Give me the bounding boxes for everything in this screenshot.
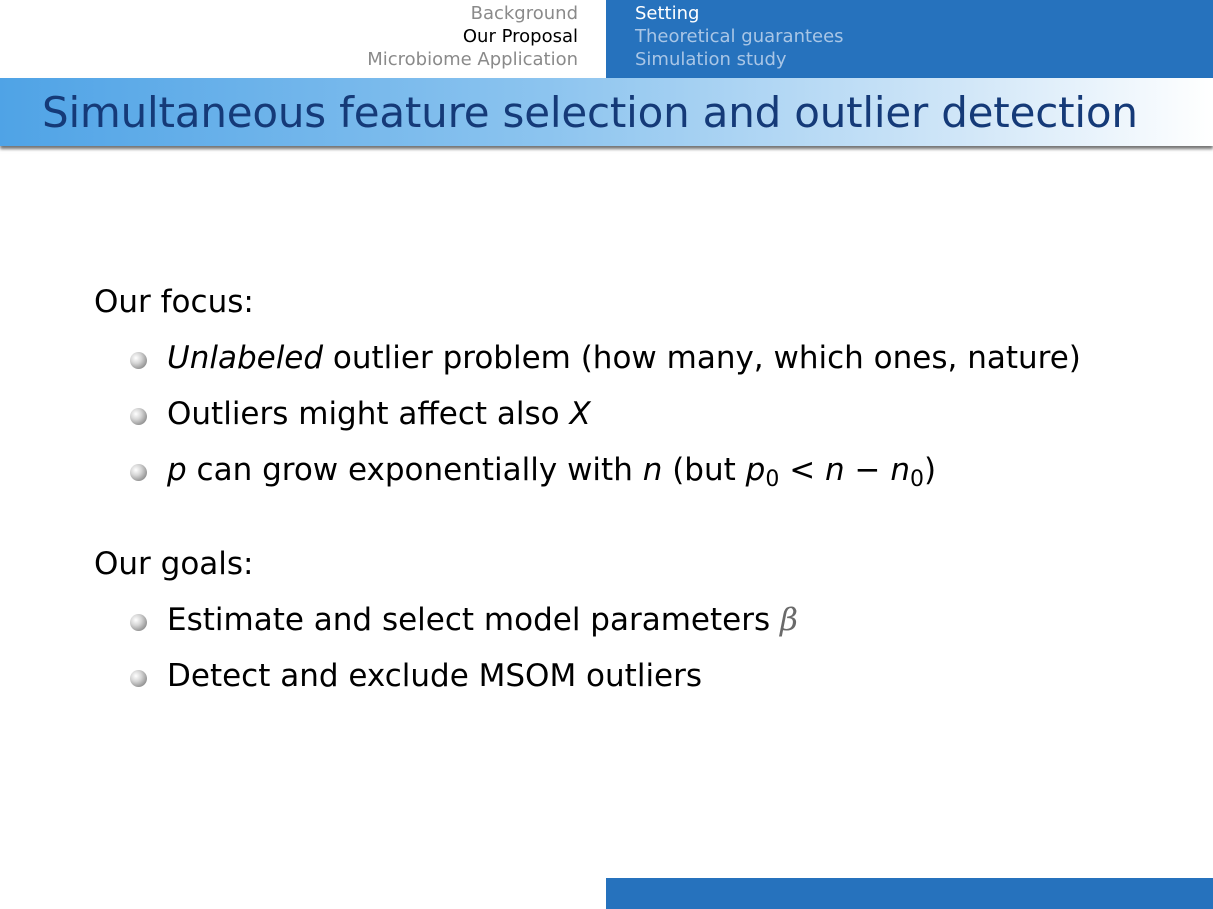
bullet-icon [130,614,147,631]
paren-open: (but [662,452,746,488]
math-var-p0: p [745,452,766,488]
nav-section-our-proposal[interactable]: Our Proposal [0,25,578,48]
math-var-n0: n [890,452,911,488]
focus-heading: Our focus: [94,284,254,320]
goals-heading: Our goals: [94,546,254,582]
math-var-x: X [569,396,591,432]
bullet-icon [130,670,147,687]
goals-list: Estimate and select model parameters β D… [130,598,1194,698]
focus-item-outliers-x: Outliers might affect also X [130,392,1194,436]
nav-subsection-simulation-study[interactable]: Simulation study [635,48,1213,71]
focus-item-emphasis: Unlabeled [167,340,324,376]
goals-item-text: Detect and exclude MSOM outliers [167,658,703,694]
focus-item-p-growth: p can grow exponentially with n (but p0 … [130,448,1194,492]
focus-item-unlabeled: Unlabeled outlier problem (how many, whi… [130,336,1194,380]
slide-content: Our focus: Unlabeled outlier problem (ho… [94,280,1194,710]
math-var-n-rhs: n [825,452,845,488]
math-less-than: < [779,452,826,488]
bullet-icon [130,408,147,425]
math-subscript: 0 [910,467,925,492]
subsection-nav: Setting Theoretical guarantees Simulatio… [606,0,1213,78]
math-var-n: n [642,452,663,488]
math-var-p: p [167,452,187,488]
math-var-beta: β [779,602,798,638]
focus-item-text: Outliers might affect also [167,396,570,432]
section-nav: Background Our Proposal Microbiome Appli… [0,0,606,78]
math-subscript: 0 [765,467,780,492]
paren-close: ) [924,452,937,488]
goals-item-detect: Detect and exclude MSOM outliers [130,654,1194,698]
slide-title: Simultaneous feature selection and outli… [42,88,1138,137]
footer-bar [606,878,1213,909]
nav-section-microbiome-application[interactable]: Microbiome Application [0,48,578,71]
goals-item-text: Estimate and select model parameters [167,602,780,638]
bullet-icon [130,352,147,369]
bullet-icon [130,464,147,481]
nav-subsection-setting[interactable]: Setting [635,2,1213,25]
goals-item-estimate: Estimate and select model parameters β [130,598,1194,642]
nav-subsection-theoretical-guarantees[interactable]: Theoretical guarantees [635,25,1213,48]
focus-list: Unlabeled outlier problem (how many, whi… [130,336,1194,492]
math-minus: − [844,452,891,488]
nav-section-background[interactable]: Background [0,2,578,25]
focus-item-text: can grow exponentially with [186,452,643,488]
title-bar: Simultaneous feature selection and outli… [0,78,1213,146]
focus-item-text: outlier problem (how many, which ones, n… [323,340,1081,376]
